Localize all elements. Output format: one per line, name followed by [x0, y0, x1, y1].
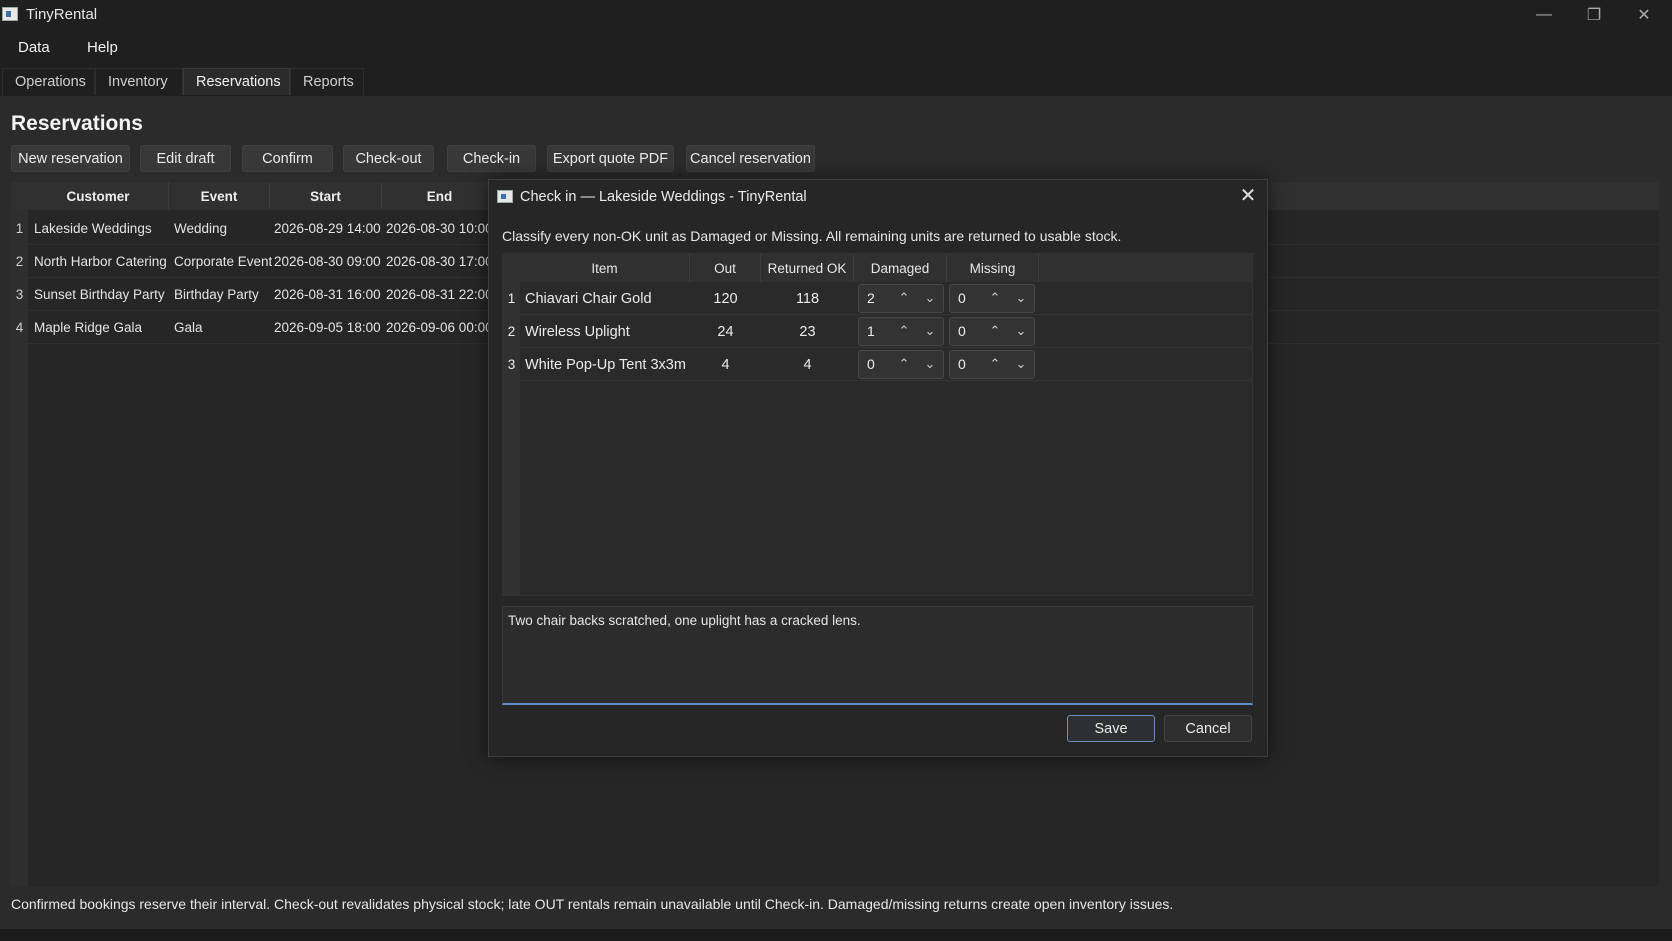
chevron-up-icon[interactable]: ⌃ — [895, 288, 913, 308]
cell-customer: Sunset Birthday Party — [34, 287, 165, 302]
cell-event: Wedding — [174, 221, 228, 236]
cell-end: 2026-08-30 10:00 — [386, 221, 493, 236]
bottom-strip — [0, 929, 1672, 941]
edit-draft-button[interactable]: Edit draft — [140, 145, 231, 172]
dialog-instruction: Classify every non-OK unit as Damaged or… — [502, 228, 1122, 244]
cell-start: 2026-08-29 14:00 — [274, 221, 381, 236]
chevron-down-icon[interactable]: ⌄ — [921, 354, 939, 374]
chevron-up-icon[interactable]: ⌃ — [986, 354, 1004, 374]
row-number: 2 — [15, 254, 24, 269]
cell-item: Chiavari Chair Gold — [525, 290, 652, 307]
menu-data[interactable]: Data — [18, 39, 50, 56]
cell-item: Wireless Uplight — [525, 323, 630, 340]
chevron-down-icon[interactable]: ⌄ — [1012, 321, 1030, 341]
missing-value: 0 — [958, 356, 966, 372]
window-title: TinyRental — [26, 6, 98, 23]
chevron-down-icon[interactable]: ⌄ — [1012, 354, 1030, 374]
column-header-customer[interactable]: Customer — [28, 182, 169, 210]
app-icon — [2, 7, 18, 21]
page-title: Reservations — [11, 112, 143, 135]
table-row[interactable]: 3 White Pop-Up Tent 3x3m 4 4 0 ⌃ ⌄ 0 ⌃ ⌄ — [503, 348, 1252, 381]
cell-out: 24 — [717, 323, 734, 340]
table-row[interactable]: 1 Chiavari Chair Gold 120 118 2 ⌃ ⌄ 0 ⌃ … — [503, 282, 1252, 315]
cell-customer: Lakeside Weddings — [34, 221, 152, 236]
cell-end: 2026-09-06 00:00 — [386, 320, 493, 335]
row-number: 1 — [15, 221, 24, 236]
chevron-up-icon[interactable]: ⌃ — [986, 288, 1004, 308]
dialog-app-icon — [497, 190, 513, 203]
damaged-spinbox[interactable]: 2 ⌃ ⌄ — [858, 284, 944, 313]
damaged-value: 2 — [867, 290, 875, 306]
check-out-button[interactable]: Check-out — [343, 145, 434, 172]
damaged-value: 1 — [867, 323, 875, 339]
save-button[interactable]: Save — [1067, 715, 1155, 742]
missing-spinbox[interactable]: 0 ⌃ ⌄ — [949, 284, 1035, 313]
missing-value: 0 — [958, 290, 966, 306]
cell-returned-ok: 118 — [795, 290, 820, 307]
title-bar — [0, 0, 1672, 30]
cell-out: 120 — [713, 290, 738, 307]
notes-text: Two chair backs scratched, one uplight h… — [508, 613, 861, 628]
row-number: 1 — [507, 291, 516, 306]
cell-out: 4 — [721, 356, 730, 373]
menu-help[interactable]: Help — [87, 39, 118, 56]
cell-event: Gala — [174, 320, 203, 335]
cell-customer: North Harbor Catering — [34, 254, 167, 269]
chevron-up-icon[interactable]: ⌃ — [895, 354, 913, 374]
column-header-item[interactable]: Item — [520, 254, 690, 282]
tab-operations[interactable]: Operations — [2, 68, 95, 95]
cell-start: 2026-08-31 16:00 — [274, 287, 381, 302]
missing-value: 0 — [958, 323, 966, 339]
row-number: 3 — [507, 357, 516, 372]
column-header-out[interactable]: Out — [690, 254, 761, 282]
restore-icon[interactable]: ❐ — [1571, 0, 1617, 30]
new-reservation-button[interactable]: New reservation — [11, 145, 130, 172]
dialog-title: Check in — Lakeside Weddings - TinyRenta… — [520, 189, 807, 205]
tab-reservations[interactable]: Reservations — [183, 68, 290, 95]
column-header-returned-ok[interactable]: Returned OK — [761, 254, 854, 282]
row-number: 4 — [15, 320, 24, 335]
column-header-missing[interactable]: Missing — [947, 254, 1039, 282]
row-number: 2 — [507, 324, 516, 339]
chevron-down-icon[interactable]: ⌄ — [1012, 288, 1030, 308]
row-number: 3 — [15, 287, 24, 302]
cell-end: 2026-08-31 22:00 — [386, 287, 493, 302]
check-in-button[interactable]: Check-in — [447, 145, 536, 172]
tab-reports[interactable]: Reports — [290, 68, 364, 95]
missing-spinbox[interactable]: 0 ⌃ ⌄ — [949, 350, 1035, 379]
cancel-button[interactable]: Cancel — [1164, 715, 1252, 742]
chevron-down-icon[interactable]: ⌄ — [921, 288, 939, 308]
column-header-end[interactable]: End — [382, 182, 498, 210]
export-quote-pdf-button[interactable]: Export quote PDF — [547, 145, 674, 172]
cell-event: Birthday Party — [174, 287, 259, 302]
cell-item: White Pop-Up Tent 3x3m — [525, 356, 686, 373]
chevron-up-icon[interactable]: ⌃ — [895, 321, 913, 341]
damaged-spinbox[interactable]: 1 ⌃ ⌄ — [858, 317, 944, 346]
table-row[interactable]: 2 Wireless Uplight 24 23 1 ⌃ ⌄ 0 ⌃ ⌄ — [503, 315, 1252, 348]
tab-inventory[interactable]: Inventory — [95, 68, 183, 95]
cell-start: 2026-09-05 18:00 — [274, 320, 381, 335]
dialog-close-icon[interactable]: ✕ — [1238, 186, 1258, 206]
cancel-reservation-button[interactable]: Cancel reservation — [686, 145, 815, 172]
missing-spinbox[interactable]: 0 ⌃ ⌄ — [949, 317, 1035, 346]
status-message: Confirmed bookings reserve their interva… — [11, 896, 1174, 912]
damaged-value: 0 — [867, 356, 875, 372]
column-header-start[interactable]: Start — [270, 182, 382, 210]
close-icon[interactable]: ✕ — [1621, 0, 1667, 30]
damaged-spinbox[interactable]: 0 ⌃ ⌄ — [858, 350, 944, 379]
cell-event: Corporate Event — [174, 254, 273, 269]
minimize-icon[interactable]: — — [1521, 0, 1567, 30]
chevron-up-icon[interactable]: ⌃ — [986, 321, 1004, 341]
column-header-event[interactable]: Event — [169, 182, 270, 210]
cell-customer: Maple Ridge Gala — [34, 320, 143, 335]
cell-start: 2026-08-30 09:00 — [274, 254, 381, 269]
chevron-down-icon[interactable]: ⌄ — [921, 321, 939, 341]
column-header-damaged[interactable]: Damaged — [854, 254, 947, 282]
cell-end: 2026-08-30 17:00 — [386, 254, 493, 269]
cell-returned-ok: 23 — [799, 323, 816, 340]
cell-returned-ok: 4 — [803, 356, 812, 373]
confirm-button[interactable]: Confirm — [242, 145, 333, 172]
